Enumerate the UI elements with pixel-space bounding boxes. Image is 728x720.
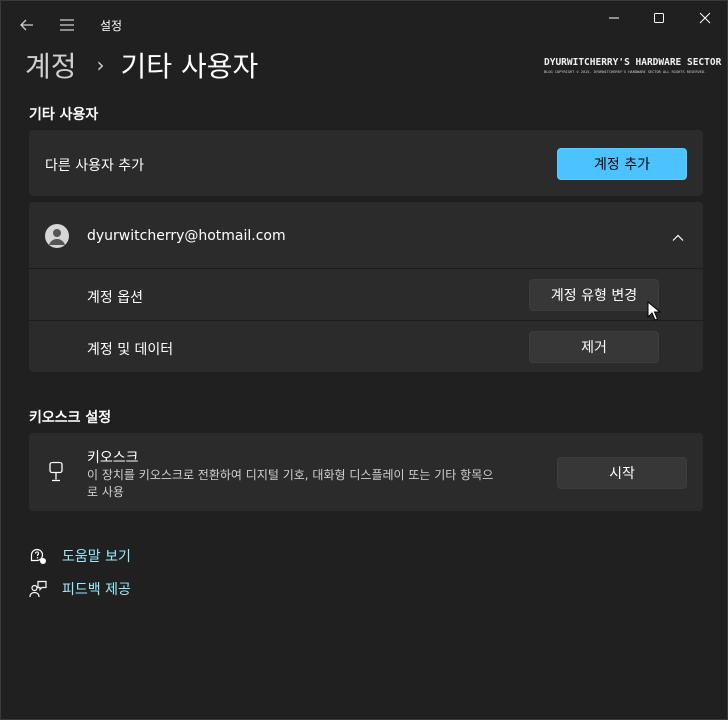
- help-link-label[interactable]: 도움말 보기: [62, 546, 131, 566]
- kiosk-icon: [47, 461, 67, 483]
- feedback-icon: [29, 580, 47, 598]
- divider: [29, 320, 703, 321]
- divider: [29, 268, 703, 269]
- title-bar: 설정: [1, 1, 728, 49]
- kiosk-title: 키오스크: [87, 450, 139, 466]
- settings-window: 설정 계정 › 기타 사용자 DYURWITCHERRY'S HARDWARE …: [0, 0, 728, 720]
- chevron-up-icon[interactable]: [671, 230, 685, 244]
- watermark-logo: DYURWITCHERRY'S HARDWARE SECTOR BLOG COP…: [544, 57, 722, 74]
- minimize-button[interactable]: [591, 1, 637, 35]
- kiosk-description-continued: 로 사용: [87, 485, 124, 499]
- user-email: dyurwitcherry@hotmail.com: [87, 228, 286, 244]
- hamburger-icon[interactable]: [55, 13, 79, 37]
- page-title: 기타 사용자: [120, 50, 259, 83]
- avatar: [45, 224, 69, 248]
- breadcrumb-parent-link[interactable]: 계정: [25, 45, 77, 85]
- minimize-icon: [609, 17, 619, 19]
- person-icon: [49, 229, 65, 245]
- feedback-link[interactable]: 피드백 제공: [29, 579, 131, 599]
- section-title-other-users: 기타 사용자: [29, 107, 99, 123]
- mouse-cursor-icon: [647, 300, 662, 325]
- help-link[interactable]: 도움말 보기: [29, 546, 131, 566]
- watermark-copyright: BLOG COPYRIGHT © 2015. DYURWITCHERRY'S H…: [544, 70, 707, 74]
- maximize-icon: [654, 13, 664, 23]
- breadcrumb: 계정 › 기타 사용자: [25, 45, 258, 85]
- account-data-label: 계정 및 데이터: [87, 342, 174, 358]
- close-icon: [699, 12, 711, 24]
- back-arrow-icon[interactable]: [15, 13, 39, 37]
- feedback-link-label[interactable]: 피드백 제공: [62, 579, 131, 599]
- add-user-card: 다른 사용자 추가 계정 추가: [29, 130, 703, 196]
- help-icon: [30, 548, 46, 564]
- change-account-type-button[interactable]: 계정 유형 변경: [529, 279, 659, 311]
- maximize-button[interactable]: [636, 1, 682, 35]
- breadcrumb-separator: ›: [96, 53, 105, 77]
- account-options-label: 계정 옵션: [87, 290, 143, 306]
- kiosk-description: 이 장치를 키오스크로 전환하여 디지털 기호, 대화형 디스플레이 또는 기타…: [87, 468, 494, 482]
- kiosk-start-button[interactable]: 시작: [557, 457, 687, 489]
- section-title-kiosk: 키오스크 설정: [29, 410, 112, 426]
- window-title: 설정: [100, 19, 123, 33]
- add-account-button[interactable]: 계정 추가: [557, 148, 687, 180]
- remove-button[interactable]: 제거: [529, 331, 659, 363]
- kiosk-card: 키오스크 이 장치를 키오스크로 전환하여 디지털 기호, 대화형 디스플레이 …: [29, 433, 703, 511]
- add-user-label: 다른 사용자 추가: [45, 158, 145, 174]
- close-button[interactable]: [682, 1, 728, 35]
- watermark-title: DYURWITCHERRY'S HARDWARE SECTOR: [544, 57, 722, 68]
